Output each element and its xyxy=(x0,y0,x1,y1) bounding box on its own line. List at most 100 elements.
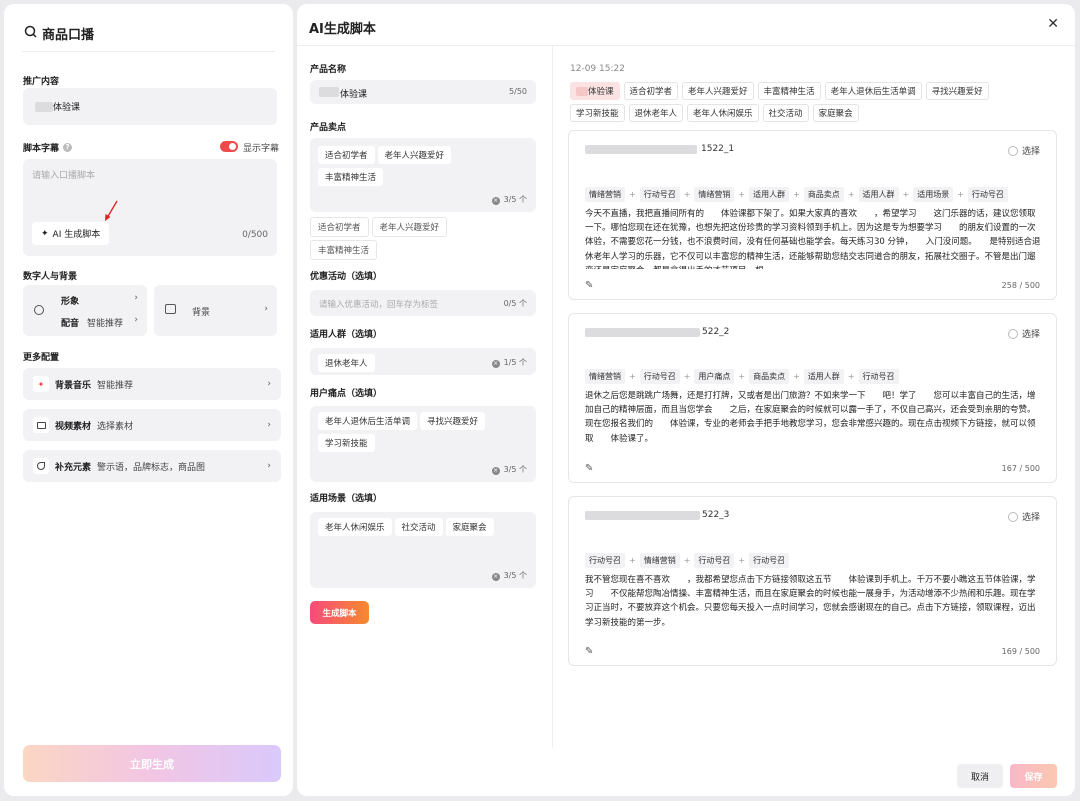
pain-points-input[interactable]: 老年人退休后生活单调 寻找兴趣爱好 学习新技能 × 3/5 个 xyxy=(310,406,536,482)
chevron-right-icon: › xyxy=(267,420,271,430)
background-card[interactable]: 背景 › xyxy=(154,285,277,336)
char-count: 258 / 500 xyxy=(1001,281,1040,290)
script-subtitle-section: 脚本字幕 ? xyxy=(23,141,73,154)
result-tag: 适合初学者 xyxy=(623,82,679,100)
bgm-value: 智能推荐 xyxy=(97,380,134,391)
save-button[interactable]: 保存 xyxy=(1010,764,1057,788)
subtitle-toggle-label: 显示字幕 xyxy=(243,144,280,154)
close-icon[interactable]: ✕ xyxy=(1047,16,1059,32)
selling-chip[interactable]: 老年人兴趣爱好 xyxy=(377,146,452,164)
product-name-count: 5/50 xyxy=(509,87,527,96)
select-option[interactable]: 选择 xyxy=(1007,327,1040,340)
generate-script-button[interactable]: 生成脚本 xyxy=(310,601,369,624)
promo-product-field[interactable]: 体验课 xyxy=(23,88,277,125)
selling-points-input[interactable]: 适合初学者 老年人兴趣爱好 丰富精神生活 × 3/5 个 xyxy=(310,138,536,212)
pain-chip[interactable]: 学习新技能 xyxy=(318,434,375,452)
red-arrow-annotation xyxy=(105,200,118,221)
scene-chip[interactable]: 老年人休闲娱乐 xyxy=(318,518,392,536)
selling-option[interactable]: 丰富精神生活 xyxy=(310,240,378,260)
voice-label: 配音 xyxy=(61,319,80,329)
clear-icon[interactable]: × xyxy=(491,467,500,475)
edit-icon[interactable]: ✎ xyxy=(585,463,593,474)
video-material-row[interactable]: 视频素材 选择素材 › xyxy=(23,409,281,441)
select-option[interactable]: 选择 xyxy=(1007,510,1040,523)
script-id: 522_3 xyxy=(585,510,729,520)
image-icon xyxy=(165,304,176,314)
script-char-count: 0/500 xyxy=(242,230,268,240)
promo-product-text: 体验课 xyxy=(53,103,81,113)
chevron-right-icon: › xyxy=(134,293,138,303)
radio-icon[interactable] xyxy=(1007,328,1018,339)
card-footer: ✎ 258 / 500 xyxy=(585,280,1040,291)
scene-input[interactable]: 老年人休闲娱乐 社交活动 家庭聚会 × 3/5 个 xyxy=(310,512,536,588)
char-count: 169 / 500 xyxy=(1001,647,1040,656)
left-panel: 商品口播 推广内容 体验课 脚本字幕 ? 显示字幕 请输入口播脚本 ✦ AI 生… xyxy=(4,4,293,796)
script-placeholder: 请输入口播脚本 xyxy=(32,171,96,181)
script-text: 我不管您现在喜不喜欢 ，我都希望您点击下方链接领取这五节 体验课到手机上。千万不… xyxy=(585,575,1036,628)
selling-count: × 3/5 个 xyxy=(491,195,527,205)
cancel-button[interactable]: 取消 xyxy=(957,764,1003,788)
clear-icon[interactable]: × xyxy=(491,197,500,205)
scene-label: 适用场景（选填） xyxy=(310,494,383,504)
selling-chip[interactable]: 丰富精神生活 xyxy=(318,168,384,186)
pain-chip[interactable]: 寻找兴趣爱好 xyxy=(420,412,486,430)
edit-icon[interactable]: ✎ xyxy=(585,280,593,291)
radio-icon[interactable] xyxy=(1007,145,1018,156)
chevron-right-icon: › xyxy=(267,461,271,471)
promo-content-label: 推广内容 xyxy=(23,77,60,87)
bgm-row[interactable]: ✦ 背景音乐 智能推荐 › xyxy=(23,368,281,400)
script-result-card[interactable]: 522_3 选择 行动号召 + 情绪营销 + 行动号召 + 行动号召 我不管您现在喜不喜欢 … xyxy=(568,496,1057,666)
video-icon xyxy=(33,417,49,433)
product-name-input[interactable]: 体验课 5/50 xyxy=(310,80,536,104)
blurred-text xyxy=(35,101,53,112)
product-name-value: 体验课 xyxy=(340,90,368,100)
chevron-right-icon: › xyxy=(267,379,271,389)
digital-human-card[interactable]: 形象 › 配音 智能推荐 › xyxy=(23,285,147,336)
divider xyxy=(22,51,275,52)
scene-chip[interactable]: 家庭聚会 xyxy=(445,518,494,536)
clear-icon[interactable]: × xyxy=(491,360,500,368)
pain-points-label: 用户痛点（选填） xyxy=(310,389,383,399)
ai-script-modal: AI生成脚本 ✕ 产品名称 体验课 5/50 产品卖点 适合初学者 老年人兴趣爱好… xyxy=(297,4,1075,796)
scene-chip[interactable]: 社交活动 xyxy=(394,518,443,536)
more-config-label: 更多配置 xyxy=(23,353,60,363)
panel-title: 商品口播 xyxy=(24,24,94,43)
ai-generate-script-button[interactable]: ✦ AI 生成脚本 xyxy=(32,222,110,245)
divider xyxy=(297,45,1075,46)
script-tags: 情绪营销 + 行动号召 + 情绪营销 + 适用人群 + 商品卖点 + 适用人群 + 适用场景 + 行动号召 xyxy=(585,187,1008,202)
result-tag: 寻找兴趣爱好 xyxy=(925,82,989,100)
promotion-input[interactable]: 请输入优惠活动，回车存为标签 0/5 个 xyxy=(310,290,536,316)
crowd-chip[interactable]: 退休老年人 xyxy=(318,354,375,372)
promotion-count: 0/5 个 xyxy=(503,299,527,308)
subtitle-toggle[interactable] xyxy=(220,141,238,152)
background-label: 背景 xyxy=(192,308,211,318)
result-tag: 家庭聚会 xyxy=(812,104,859,122)
video-value: 选择素材 xyxy=(97,421,134,432)
crowd-input[interactable]: 退休老年人 × 1/5 个 xyxy=(310,348,536,375)
bgm-label: 背景音乐 xyxy=(55,380,92,391)
result-tag: 退休老年人 xyxy=(628,104,684,122)
help-icon[interactable]: ? xyxy=(63,143,73,152)
pain-chip[interactable]: 老年人退休后生活单调 xyxy=(318,412,418,430)
radio-icon[interactable] xyxy=(1007,511,1018,522)
extra-elements-row[interactable]: 补充元素 警示语，品牌标志，商品图 › xyxy=(23,450,281,482)
script-text: 今天不直播，我把直播间所有的 体验课都下架了。如果大家真的喜欢 ，希望学习 这门… xyxy=(585,209,1041,269)
generate-now-button[interactable]: 立即生成 xyxy=(23,745,281,782)
voice-value: 智能推荐 xyxy=(87,319,124,329)
selling-chip[interactable]: 适合初学者 xyxy=(318,146,375,164)
script-result-card[interactable]: 1522_1 选择 情绪营销 + 行动号召 + 情绪营销 + 适用人群 + 商品卖点 + 适用人群 +… xyxy=(568,130,1057,300)
video-label: 视频素材 xyxy=(55,421,92,432)
result-tag: 老年人兴趣爱好 xyxy=(682,82,754,100)
script-tags: 行动号召 + 情绪营销 + 行动号召 + 行动号召 xyxy=(585,553,790,568)
selling-option[interactable]: 适合初学者 xyxy=(310,217,369,237)
script-tags: 情绪营销 + 行动号召 + 用户痛点 + 商品卖点 + 适用人群 + 行动号召 xyxy=(585,369,899,384)
edit-icon[interactable]: ✎ xyxy=(585,646,593,657)
select-option[interactable]: 选择 xyxy=(1007,144,1040,157)
script-result-card[interactable]: 522_2 选择 情绪营销 + 行动号召 + 用户痛点 + 商品卖点 + 适用人群 + 行动号召 退… xyxy=(568,313,1057,483)
selling-option[interactable]: 老年人兴趣爱好 xyxy=(371,217,448,237)
script-id: 1522_1 xyxy=(585,144,734,154)
script-textarea[interactable]: 请输入口播脚本 ✦ AI 生成脚本 0/500 xyxy=(23,159,277,256)
avatar-icon xyxy=(34,305,44,315)
extra-value: 警示语，品牌标志，商品图 xyxy=(97,462,206,473)
clear-icon[interactable]: × xyxy=(491,573,500,581)
